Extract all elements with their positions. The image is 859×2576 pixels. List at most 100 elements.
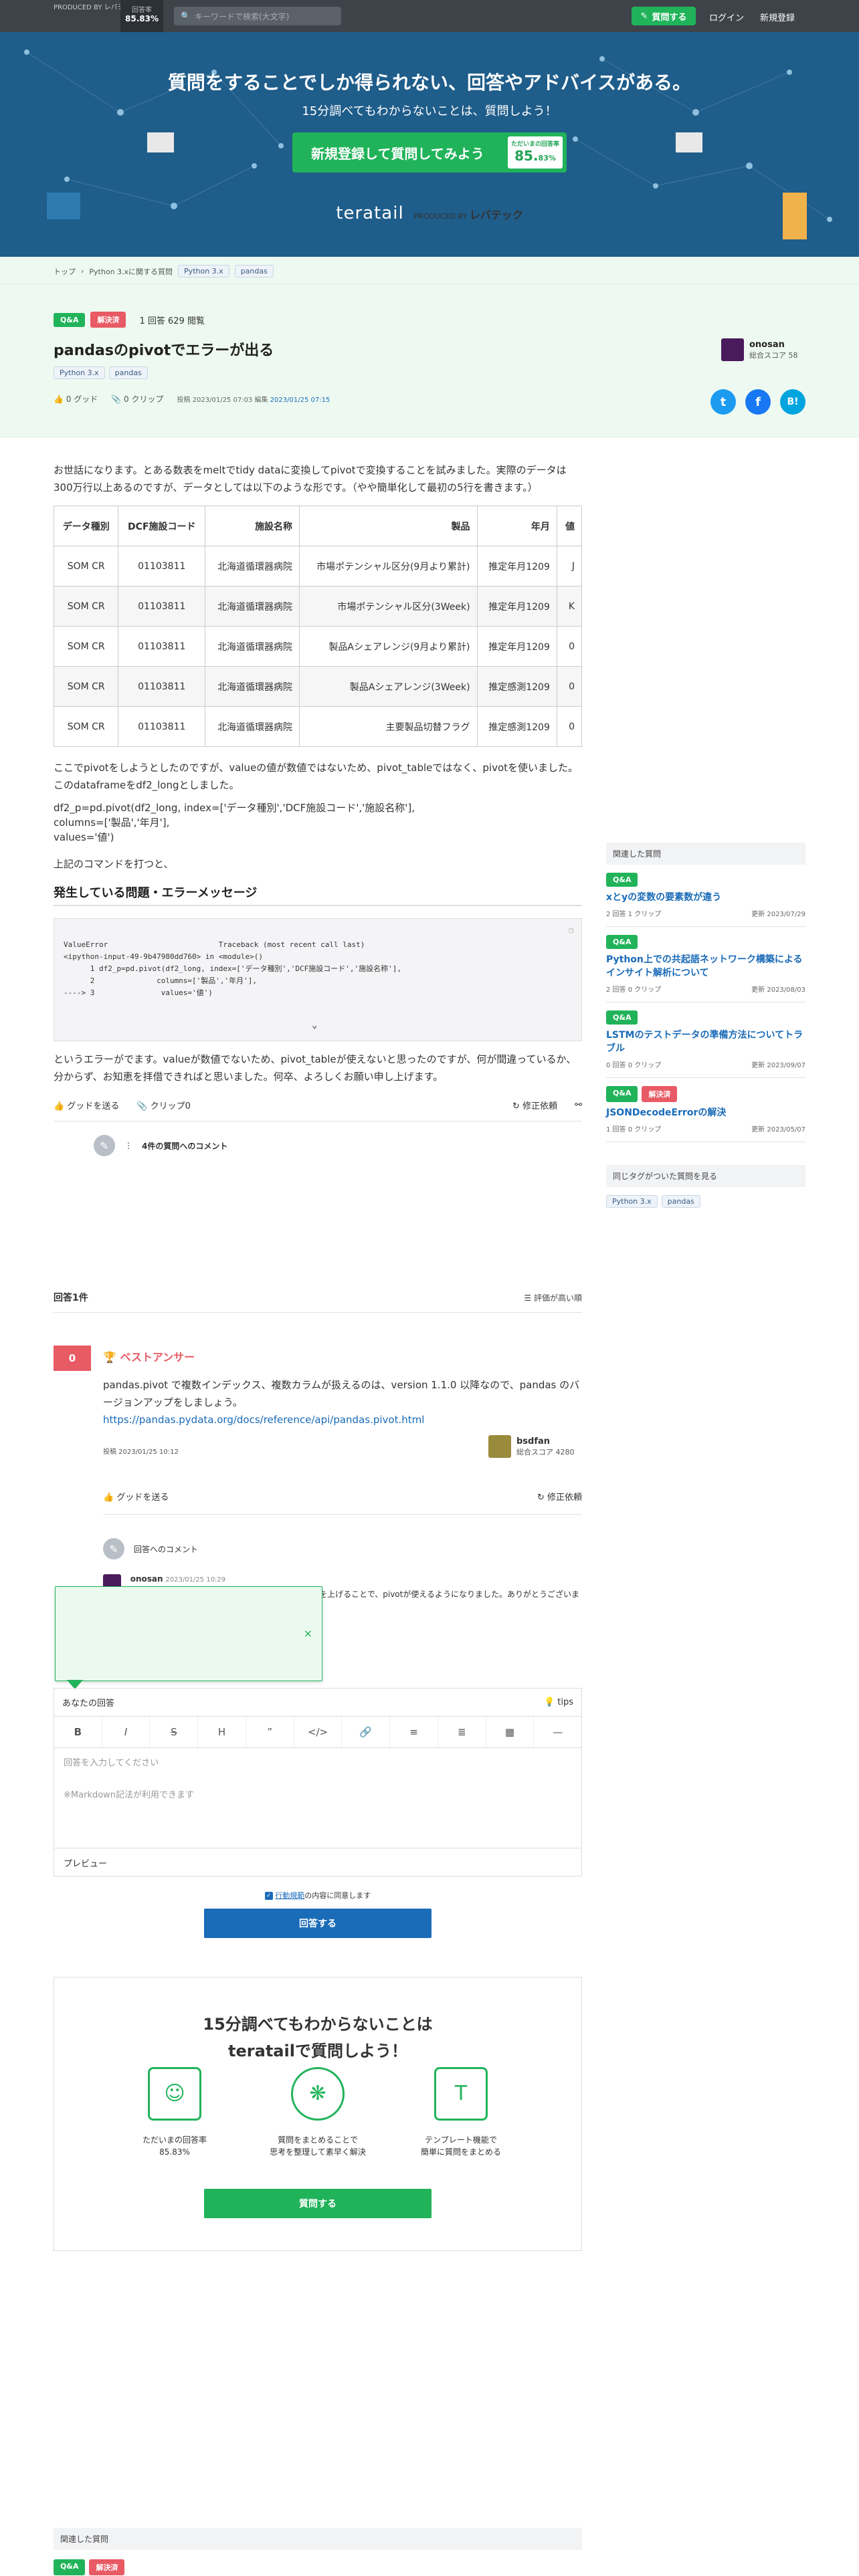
question-header: トップ › Python 3.xに関する質問 Python 3.x pandas… [0, 257, 859, 437]
sidebar-tags: Python 3.x pandas [606, 1195, 805, 1208]
table-cell: SOM CR [53, 546, 119, 586]
edit-request-button[interactable]: ↻ 修正依頼 [512, 1099, 557, 1111]
table-row: SOM CR 01103811 北海道循環器病院 市場ポテンシャル区分(9月より… [53, 546, 583, 586]
answer-textarea[interactable]: 回答を入力してください ※Markdown記法が利用できます [54, 1748, 582, 1848]
data-table: データ種別 DCF施設コード 施設名称 製品 年月 値 SOM CR 01103… [53, 506, 583, 747]
error-section-heading: 発生している問題・エラーメッセージ [54, 883, 582, 906]
breadcrumb-tag-pandas[interactable]: pandas [234, 265, 274, 278]
register-link[interactable]: 新規登録 [760, 11, 795, 23]
table-cell: 北海道循環器病院 [205, 586, 300, 627]
table-cell: SOM CR [53, 586, 119, 627]
strikethrough-icon[interactable]: S [150, 1717, 199, 1747]
solved-badge: 解決済 [89, 2559, 125, 2575]
question-body: お世話になります。とある数表をmeltでtidy dataに変換してpivotで… [53, 461, 583, 1156]
hero-signup-button[interactable]: 新規登録して質問してみよう ただいまの回答率 85.83% [292, 132, 567, 173]
sort-dropdown[interactable]: ☰ 評価が高い順 [524, 1292, 582, 1303]
hatena-share-button[interactable]: B! [780, 389, 805, 415]
related-question-item[interactable]: Q&A LSTMのテストデータの準備方法についてトラブル 0 回答 0 クリップ… [606, 1002, 805, 1078]
breadcrumb-category[interactable]: Python 3.xに関する質問 [89, 266, 173, 277]
top-navigation-bar: teratail PRODUCED BY レバテック 回答率 85.83% 🔍 … [0, 0, 859, 481]
question-author[interactable]: onosan 総合スコア 58 [721, 338, 798, 361]
quote-icon[interactable]: ” [246, 1717, 294, 1747]
code-of-conduct-agreement[interactable]: ✓ 行動規範の内容に同意します [54, 1890, 582, 1901]
related-question-title[interactable]: Python上での共起語ネットワーク構築によるインサイト解析について [606, 953, 805, 980]
related-question-title[interactable]: xとyの変数の要素数が違う [606, 891, 805, 904]
chevron-down-icon[interactable]: ⌄ [312, 1019, 317, 1031]
question-paragraph: ここでpivotをしようとしたのですが、valueの値が数値ではないため、piv… [54, 762, 579, 791]
share-icon[interactable]: ⚯ [575, 1100, 582, 1110]
tag-pandas[interactable]: pandas [108, 366, 148, 379]
table-header: 値 [556, 506, 583, 546]
related-question-title[interactable]: LSTMのテストデータの準備方法についてトラブル [606, 1029, 805, 1055]
bottom-related-questions: 関連した質問 Q&A 解決済 [54, 2528, 582, 2575]
lightbulb-icon: 💡 [543, 1697, 555, 1707]
commenter-name[interactable]: onosan [130, 1574, 163, 1584]
related-question-item[interactable]: Q&A 解決済 JSONDecodeErrorの解決 1 回答 0 クリップ 更新 … [606, 1078, 805, 1142]
tag-python[interactable]: Python 3.x [606, 1195, 658, 1208]
answer-author[interactable]: bsdfan 総合スコア 4280 [488, 1435, 575, 1458]
good-button[interactable]: 👍 グッドを送る [103, 1490, 169, 1503]
tag-python[interactable]: Python 3.x [54, 366, 105, 379]
italic-icon[interactable]: I [102, 1717, 151, 1747]
related-question-item[interactable]: Q&A Python上での共起語ネットワーク構築によるインサイト解析について 2… [606, 927, 805, 1002]
answer-date: 投稿 2023/01/25 10:12 [103, 1448, 179, 1456]
checkbox-checked-icon[interactable]: ✓ [264, 1892, 273, 1900]
answer-link[interactable]: https://pandas.pydata.org/docs/reference… [103, 1414, 424, 1426]
submit-answer-button[interactable]: 回答する [204, 1909, 432, 1938]
numbered-list-icon[interactable]: ≣ [438, 1717, 486, 1747]
question-comments-toggle[interactable]: ✎ ⋮ 4件の質問へのコメント [94, 1135, 582, 1156]
related-question-title[interactable]: JSONDecodeErrorの解決 [606, 1106, 805, 1119]
breadcrumb: トップ › Python 3.xに関する質問 Python 3.x pandas [54, 265, 274, 278]
answer-body: pandas.pivot で複数インデックス、複数カラムが扱えるのは、versi… [103, 1379, 580, 1426]
answers-header: 回答1件 ☰ 評価が高い順 [54, 1291, 582, 1313]
promo-ask-button[interactable]: 質問する [204, 2189, 432, 2218]
table-cell: K [556, 586, 583, 627]
table-header: 施設名称 [205, 506, 300, 546]
table-icon[interactable]: ▦ [486, 1717, 535, 1747]
login-link[interactable]: ログイン [709, 11, 744, 23]
tips-button[interactable]: 💡 tips [544, 1697, 573, 1707]
bold-icon[interactable]: B [54, 1717, 102, 1747]
trophy-icon: 🏆 [103, 1351, 116, 1364]
good-counter[interactable]: 👍 0 グッド [54, 393, 98, 405]
table-cell: 推定年月1209 [476, 586, 557, 627]
breadcrumb-tag-python[interactable]: Python 3.x [178, 265, 229, 278]
code-line: 1 df2_p=pd.pivot(df2_long, index=['データ種別… [64, 964, 401, 973]
table-cell: 北海道循環器病院 [205, 546, 300, 586]
table-cell: 主要製品切替フラグ [299, 706, 478, 747]
clip-button[interactable]: 📎 クリップ0 [136, 1099, 191, 1111]
twitter-icon: t [720, 395, 727, 409]
breadcrumb-top[interactable]: トップ [54, 266, 76, 277]
link-icon[interactable]: 🔗 [342, 1717, 391, 1747]
clip-counter[interactable]: 📎 0 クリップ [111, 393, 163, 405]
table-header-row: データ種別 DCF施設コード 施設名称 製品 年月 値 [53, 506, 583, 546]
table-cell: SOM CR [53, 706, 119, 747]
heading-icon[interactable]: H [198, 1717, 246, 1747]
question-paragraph: 上記のコマンドを打つと、 [54, 858, 174, 870]
code-icon[interactable]: </> [294, 1717, 343, 1747]
copy-icon[interactable]: ❐ [569, 924, 573, 936]
close-icon[interactable]: × [304, 1627, 312, 1640]
error-code-block[interactable]: ❐ ValueError Traceback (most recent call… [54, 918, 582, 1041]
paperclip-icon: 📎 [111, 395, 122, 404]
vote-count[interactable]: 0 [54, 1346, 91, 1371]
related-question-item[interactable]: Q&A xとyの変数の要素数が違う 2 回答 1 クリップ 更新 2023/07/… [606, 865, 805, 927]
table-row: SOM CR 01103811 北海道循環器病院 主要製品切替フラグ 推定感測1… [53, 706, 583, 747]
preview-tab[interactable]: プレビュー [54, 1848, 582, 1876]
code-of-conduct-link[interactable]: 行動規範 [275, 1891, 304, 1900]
ask-question-button[interactable]: ✎ 質問する [632, 7, 696, 25]
table-row: SOM CR 01103811 北海道循環器病院 製品Aシェアレンジ(9月より累… [53, 626, 583, 667]
related-questions-heading: 関連した質問 [606, 843, 805, 865]
answer-actions: 👍 グッドを送る ↻ 修正依頼 [103, 1490, 582, 1503]
bullet-list-icon[interactable]: ≡ [390, 1717, 438, 1747]
horizontal-rule-icon[interactable]: — [534, 1717, 581, 1747]
sort-icon: ☰ [524, 1293, 532, 1303]
table-cell: 市場ポテンシャル区分(3Week) [299, 586, 478, 627]
answer-count: 回答1件 [54, 1293, 88, 1303]
search-input[interactable]: 🔍 キーワードで検索(大文字) [174, 7, 341, 25]
edit-request-button[interactable]: ↻ 修正依頼 [537, 1490, 582, 1503]
twitter-share-button[interactable]: t [710, 389, 736, 415]
tag-pandas[interactable]: pandas [661, 1195, 700, 1208]
facebook-share-button[interactable]: f [745, 389, 771, 415]
good-button[interactable]: 👍 グッドを送る [54, 1099, 119, 1111]
